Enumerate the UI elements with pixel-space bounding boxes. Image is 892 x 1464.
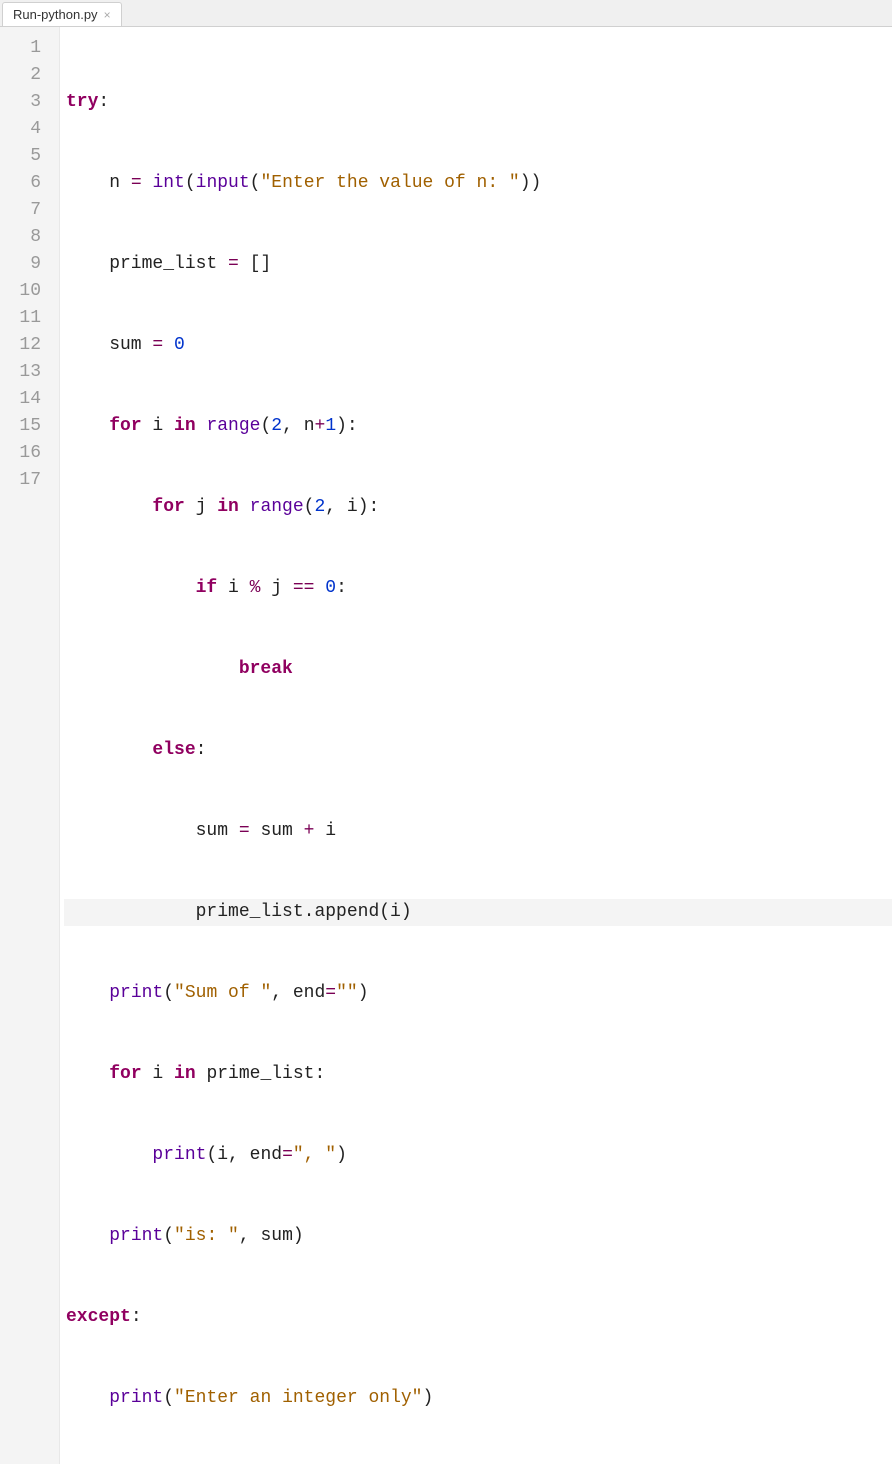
line-number: 5: [0, 143, 51, 170]
code-line: if i % j == 0:: [64, 575, 892, 602]
code-line: print(i, end=", "): [64, 1142, 892, 1169]
line-number: 10: [0, 278, 51, 305]
line-number: 16: [0, 440, 51, 467]
code-line: print("Sum of ", end=""): [64, 980, 892, 1007]
editor-tab[interactable]: Run-python.py ×: [2, 2, 122, 26]
line-number: 12: [0, 332, 51, 359]
line-number: 17: [0, 467, 51, 494]
editor-tab-bar: Run-python.py ×: [0, 0, 892, 27]
line-number: 9: [0, 251, 51, 278]
code-line: print("is: ", sum): [64, 1223, 892, 1250]
editor-pane: 1234567891011121314151617 try: n = int(i…: [0, 27, 892, 1464]
line-number: 3: [0, 89, 51, 116]
line-number: 4: [0, 116, 51, 143]
code-line: break: [64, 656, 892, 683]
line-gutter: 1234567891011121314151617: [0, 27, 60, 1464]
code-line: n = int(input("Enter the value of n: ")): [64, 170, 892, 197]
line-number: 14: [0, 386, 51, 413]
close-icon[interactable]: ×: [104, 8, 111, 22]
code-line: prime_list = []: [64, 251, 892, 278]
code-line: try:: [64, 89, 892, 116]
code-line: else:: [64, 737, 892, 764]
tab-label: Run-python.py: [13, 7, 98, 22]
line-number: 11: [0, 305, 51, 332]
code-line: for j in range(2, i):: [64, 494, 892, 521]
line-number: 8: [0, 224, 51, 251]
line-number: 1: [0, 35, 51, 62]
code-line: for i in prime_list:: [64, 1061, 892, 1088]
line-number: 7: [0, 197, 51, 224]
code-line: print("Enter an integer only"): [64, 1385, 892, 1412]
code-line: prime_list.append(i): [64, 899, 892, 926]
code-line: for i in range(2, n+1):: [64, 413, 892, 440]
code-line: sum = sum + i: [64, 818, 892, 845]
line-number: 2: [0, 62, 51, 89]
line-number: 6: [0, 170, 51, 197]
line-number: 13: [0, 359, 51, 386]
line-number: 15: [0, 413, 51, 440]
code-line: sum = 0: [64, 332, 892, 359]
code-line: except:: [64, 1304, 892, 1331]
code-area[interactable]: try: n = int(input("Enter the value of n…: [60, 27, 892, 1464]
